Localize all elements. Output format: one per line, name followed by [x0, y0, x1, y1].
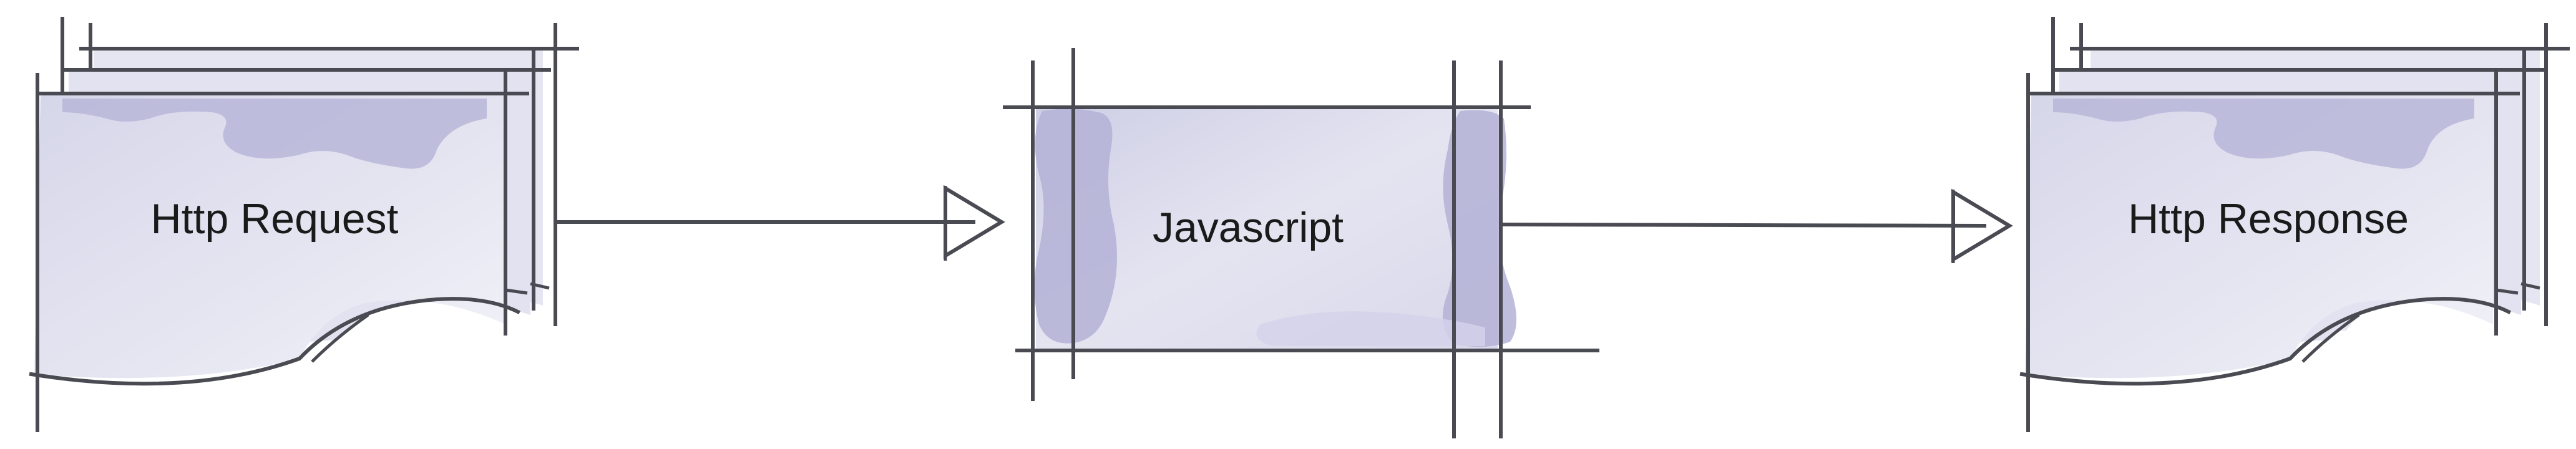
- arrow-request-to-script: [554, 185, 1005, 261]
- javascript-label: Javascript: [1153, 204, 1344, 251]
- http-request-node: Http Request: [29, 17, 579, 432]
- javascript-node: Javascript: [1003, 48, 1599, 438]
- http-response-node: Http Response: [2019, 17, 2570, 432]
- arrow-script-to-response: [1498, 188, 2013, 263]
- flow-diagram: Http Request Javascript Http Response: [29, 17, 2570, 438]
- http-response-label: Http Response: [2128, 195, 2409, 243]
- http-request-label: Http Request: [151, 195, 399, 243]
- javascript-shadow-left: [1034, 109, 1117, 344]
